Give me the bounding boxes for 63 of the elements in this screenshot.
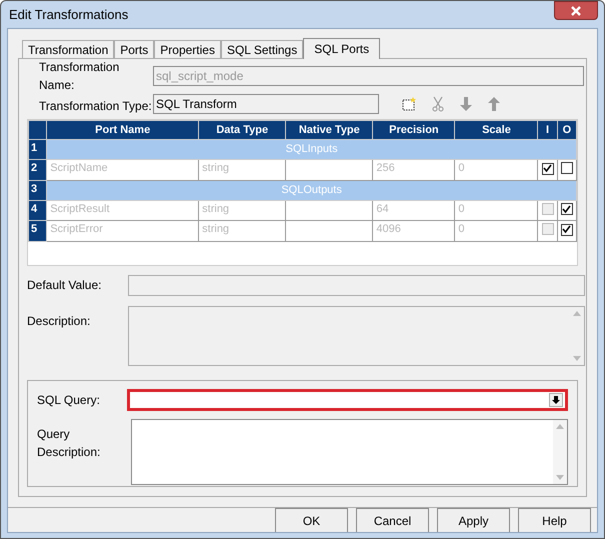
checkbox[interactable] <box>560 224 573 236</box>
tab[interactable]: Transformation <box>22 40 114 58</box>
column-header[interactable]: Scale <box>454 120 538 140</box>
dialog-button[interactable]: Help <box>518 508 591 532</box>
row-number: 1 <box>28 140 47 160</box>
field-label: Description: <box>27 313 92 330</box>
arrow-down-icon[interactable] <box>459 96 473 112</box>
row-number: 2 <box>28 160 47 180</box>
table-cell: 0 <box>454 220 538 241</box>
checkbox[interactable] <box>560 162 573 174</box>
new-item-icon[interactable] <box>401 96 417 112</box>
table-cell: string <box>198 220 286 241</box>
field-label: SQL Query: <box>37 392 101 409</box>
table-cell: 0 <box>454 200 538 220</box>
cut-icon[interactable] <box>431 96 445 112</box>
column-header[interactable]: I <box>538 120 558 140</box>
field-label: Default Value: <box>27 277 102 294</box>
scroll-down-icon <box>573 356 581 361</box>
field-label: Transformation Name: <box>39 59 120 94</box>
scroll-up-icon <box>556 424 564 429</box>
row-number: 3 <box>28 180 47 200</box>
scrollbar[interactable] <box>553 420 567 484</box>
arrow-up-icon[interactable] <box>487 96 501 112</box>
table-cell: string <box>198 200 286 220</box>
window-title: Edit Transformations <box>9 6 128 24</box>
column-header[interactable]: Native Type <box>286 120 373 140</box>
scroll-up-icon <box>573 311 581 316</box>
table-cell: 64 <box>372 200 455 220</box>
table-cell: string <box>198 160 286 180</box>
text-area[interactable] <box>128 306 585 366</box>
tab[interactable]: SQL Settings <box>220 40 304 58</box>
row-number: 4 <box>28 200 47 220</box>
table-cell: 256 <box>372 160 455 180</box>
column-header[interactable]: Precision <box>372 120 455 140</box>
column-header[interactable]: Port Name <box>46 120 199 140</box>
tab[interactable]: SQL Ports <box>303 38 380 59</box>
input-field[interactable]: SQL Transform <box>153 94 379 114</box>
expand-icon[interactable] <box>549 393 563 407</box>
row-number: 5 <box>28 220 47 241</box>
dialog-button[interactable]: Apply <box>437 508 510 532</box>
input-field[interactable] <box>126 389 568 411</box>
table-cell: 0 <box>454 160 538 180</box>
table-cell: ScriptError <box>46 220 199 241</box>
group-row: SQLOutputs <box>46 180 576 200</box>
group-row: SQLInputs <box>46 140 576 160</box>
table-cell: 4096 <box>372 220 455 241</box>
column-header[interactable]: Data Type <box>198 120 286 140</box>
close-button[interactable] <box>554 1 598 20</box>
scroll-down-icon <box>556 475 564 480</box>
tab[interactable]: Properties <box>154 40 221 58</box>
table-cell: ScriptResult <box>46 200 199 220</box>
input-field[interactable] <box>128 274 585 296</box>
checkbox[interactable] <box>542 162 554 175</box>
checkbox[interactable] <box>560 203 573 216</box>
text-area[interactable] <box>130 419 568 485</box>
tab[interactable]: Ports <box>114 40 154 58</box>
dialog-button[interactable]: OK <box>275 508 348 532</box>
field-label: Transformation Type: <box>39 98 153 115</box>
column-header[interactable]: O <box>557 120 576 140</box>
table-cell: ScriptName <box>46 160 199 180</box>
dialog-button[interactable]: Cancel <box>356 508 429 532</box>
field-label: Query Description: <box>37 426 102 461</box>
close-icon <box>570 6 582 16</box>
